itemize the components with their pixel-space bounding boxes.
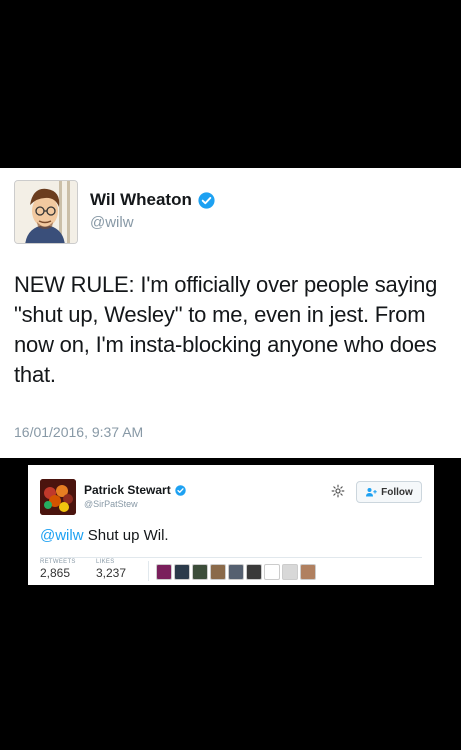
mention-link[interactable]: @wilw: [40, 527, 84, 544]
liker-avatar[interactable]: [246, 564, 262, 580]
retweets-stat[interactable]: RETWEETS 2,865: [40, 559, 76, 580]
avatar[interactable]: [14, 180, 78, 244]
liker-avatars: [156, 564, 316, 580]
tweet-card-main: Wil Wheaton @wilw NEW RULE: I'm official…: [0, 168, 461, 458]
liker-avatar[interactable]: [228, 564, 244, 580]
author-name[interactable]: Wil Wheaton: [90, 190, 215, 210]
likes-count: 3,237: [96, 566, 127, 580]
likes-label: LIKES: [96, 559, 115, 565]
author-handle[interactable]: @SirPatStew: [84, 499, 138, 509]
verified-badge-icon: [174, 484, 186, 496]
likes-stat[interactable]: LIKES 3,237: [96, 559, 126, 580]
liker-avatar[interactable]: [264, 564, 280, 580]
tweet-timestamp[interactable]: 16/01/2016, 9:37 AM: [14, 424, 143, 440]
author-name[interactable]: Patrick Stewart: [84, 483, 186, 497]
add-user-icon: [366, 488, 377, 497]
author-handle[interactable]: @wilw: [90, 214, 134, 231]
cartoon-avatar-icon: [15, 181, 77, 243]
verified-badge-icon: [198, 191, 215, 209]
retweets-label: RETWEETS: [40, 559, 76, 565]
gear-icon[interactable]: [329, 482, 347, 500]
liker-avatar[interactable]: [156, 564, 172, 580]
retweets-count: 2,865: [40, 566, 71, 580]
follow-button-label: Follow: [381, 486, 413, 498]
tweet-text: NEW RULE: I'm officially over people say…: [14, 272, 438, 387]
tweet-card-reply: Patrick Stewart @SirPatStew Follow @wilw…: [28, 465, 434, 585]
divider: [40, 557, 422, 558]
divider: [148, 561, 149, 581]
liker-avatar[interactable]: [210, 564, 226, 580]
tweet-body: Shut up Wil.: [83, 527, 169, 544]
follow-button[interactable]: Follow: [356, 481, 422, 503]
liker-avatar[interactable]: [300, 564, 316, 580]
fruit-basket-avatar-icon: [40, 479, 76, 515]
liker-avatar[interactable]: [282, 564, 298, 580]
liker-avatar[interactable]: [192, 564, 208, 580]
avatar[interactable]: [40, 479, 76, 515]
tweet-text: @wilw Shut up Wil.: [40, 527, 169, 544]
liker-avatar[interactable]: [174, 564, 190, 580]
